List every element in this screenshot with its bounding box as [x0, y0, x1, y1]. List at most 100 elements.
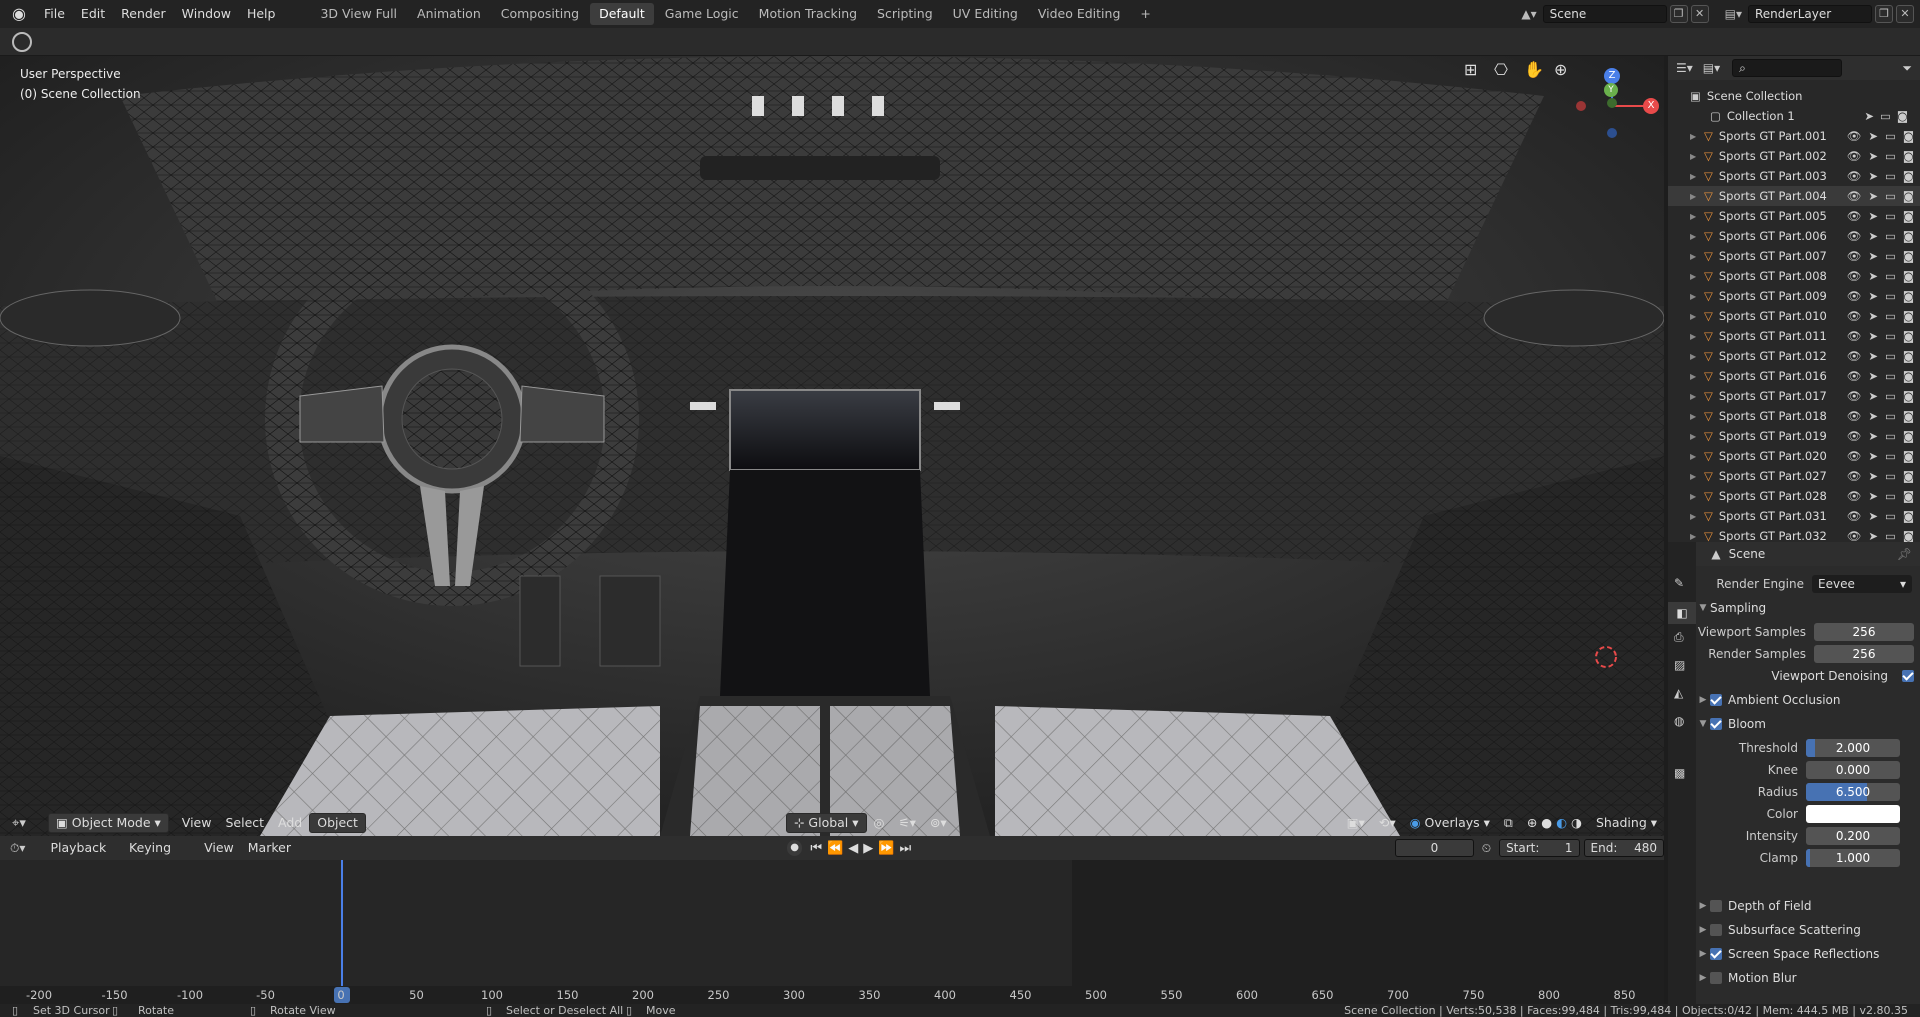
- sampling-panel-header[interactable]: ▼ Sampling: [1696, 598, 1920, 618]
- render-visibility-icon[interactable]: ◙: [1903, 189, 1914, 203]
- timeline-menu-playback[interactable]: Playback ▾: [43, 838, 122, 875]
- scene-tab-icon[interactable]: ◭: [1674, 686, 1683, 700]
- selectable-icon[interactable]: ➤: [1868, 529, 1878, 542]
- tab-scripting[interactable]: Scripting: [868, 3, 942, 25]
- outliner-row-object[interactable]: ▶ ▽ Sports GT Part.010 👁︎ ➤ ▭ ◙: [1668, 306, 1920, 326]
- menu-file[interactable]: File: [36, 0, 73, 28]
- eye-icon[interactable]: 👁︎: [1847, 489, 1862, 503]
- expand-arrow-icon[interactable]: ▶: [1690, 532, 1700, 541]
- expand-arrow-icon[interactable]: ▶: [1690, 412, 1700, 421]
- tab-compositing[interactable]: Compositing: [492, 3, 588, 25]
- selectable-icon[interactable]: ➤: [1868, 489, 1878, 503]
- gizmo-x-axis[interactable]: X: [1643, 98, 1659, 114]
- filter-icon[interactable]: ⏷: [1902, 61, 1912, 76]
- view-layer-field[interactable]: RenderLayer: [1748, 5, 1872, 23]
- delete-scene-button[interactable]: ✕: [1690, 5, 1709, 23]
- expand-arrow-icon[interactable]: ▶: [1690, 252, 1700, 261]
- selectable-icon[interactable]: ➤: [1868, 329, 1878, 343]
- overlays-toggle[interactable]: ◉ Overlays ▾: [1403, 813, 1497, 833]
- outliner-search-input[interactable]: ⌕: [1732, 59, 1843, 77]
- outliner-row-object[interactable]: ▶ ▽ Sports GT Part.019 👁︎ ➤ ▭ ◙: [1668, 426, 1920, 446]
- eye-icon[interactable]: 👁︎: [1847, 369, 1862, 383]
- viewport-visibility-icon[interactable]: ▭: [1885, 309, 1896, 323]
- selectable-icon[interactable]: ➤: [1868, 429, 1878, 443]
- bloom-checkbox[interactable]: [1710, 718, 1722, 730]
- tab-animation[interactable]: Animation: [408, 3, 490, 25]
- selectable-icon[interactable]: ➤: [1868, 469, 1878, 483]
- outliner-row-object[interactable]: ▶ ▽ Sports GT Part.032 👁︎ ➤ ▭ ◙: [1668, 526, 1920, 542]
- expand-arrow-icon[interactable]: ▶: [1690, 432, 1700, 441]
- render-visibility-icon[interactable]: ◙: [1903, 529, 1914, 542]
- expand-arrow-icon[interactable]: ▶: [1690, 152, 1700, 161]
- render-visibility-icon[interactable]: ◙: [1903, 229, 1914, 243]
- camera-view-icon[interactable]: ⎔: [1494, 60, 1508, 79]
- view-layer-icon[interactable]: ▤▾: [1725, 7, 1742, 21]
- motion-blur-checkbox[interactable]: [1710, 972, 1722, 984]
- render-visibility-icon[interactable]: ◙: [1903, 209, 1914, 223]
- viewport-visibility-icon[interactable]: ▭: [1885, 349, 1896, 363]
- selectable-icon[interactable]: ➤: [1868, 389, 1878, 403]
- xray-icon[interactable]: ⧉: [1497, 813, 1520, 833]
- viewport-menu-select[interactable]: Select: [218, 813, 271, 833]
- outliner-row-object[interactable]: ▶ ▽ Sports GT Part.005 👁︎ ➤ ▭ ◙: [1668, 206, 1920, 226]
- timeline-editor-type-icon[interactable]: ⏱▾: [0, 841, 33, 856]
- viewport-visibility-icon[interactable]: ▭: [1885, 389, 1896, 403]
- new-scene-button[interactable]: ❐: [1669, 5, 1688, 23]
- bloom-panel-header[interactable]: ▼ Bloom: [1696, 714, 1920, 734]
- gizmo-neg-z-axis[interactable]: [1607, 128, 1617, 138]
- render-visibility-icon[interactable]: ◙: [1903, 469, 1914, 483]
- ambient-occlusion-panel-header[interactable]: ▶ Ambient Occlusion: [1696, 690, 1920, 710]
- timeline-area[interactable]: [0, 860, 1664, 986]
- ssr-panel-header[interactable]: ▶ Screen Space Reflections: [1696, 944, 1920, 964]
- render-visibility-icon[interactable]: ◙: [1903, 249, 1914, 263]
- render-visibility-icon[interactable]: ◙: [1903, 349, 1914, 363]
- selectable-icon[interactable]: ➤: [1868, 269, 1878, 283]
- viewport-visibility-icon[interactable]: ▭: [1885, 269, 1896, 283]
- expand-arrow-icon[interactable]: ▶: [1690, 392, 1700, 401]
- expand-arrow-icon[interactable]: ▶: [1690, 312, 1700, 321]
- gizmo-z-axis[interactable]: Z: [1604, 68, 1620, 84]
- render-visibility-icon[interactable]: ◙: [1903, 269, 1914, 283]
- eye-icon[interactable]: 👁︎: [1847, 469, 1862, 483]
- viewport-visibility-icon[interactable]: ▭: [1885, 189, 1896, 203]
- eye-icon[interactable]: 👁︎: [1847, 449, 1862, 463]
- expand-arrow-icon[interactable]: ▶: [1690, 452, 1700, 461]
- viewport-visibility-icon[interactable]: ▭: [1885, 209, 1896, 223]
- timeline-menu-keying[interactable]: Keying ▾: [122, 838, 187, 875]
- outliner-row-object[interactable]: ▶ ▽ Sports GT Part.016 👁︎ ➤ ▭ ◙: [1668, 366, 1920, 386]
- viewport-visibility-icon[interactable]: ▭: [1885, 249, 1896, 263]
- render-visibility-icon[interactable]: ◙: [1903, 449, 1914, 463]
- render-visibility-icon[interactable]: ◙: [1903, 389, 1914, 403]
- outliner-row-object[interactable]: ▶ ▽ Sports GT Part.020 👁︎ ➤ ▭ ◙: [1668, 446, 1920, 466]
- navigation-gizmo[interactable]: Z Y X: [1576, 68, 1659, 150]
- eye-icon[interactable]: 👁︎: [1847, 229, 1862, 243]
- render-visibility-icon[interactable]: ◙: [1903, 289, 1914, 303]
- outliner-row-object[interactable]: ▶ ▽ Sports GT Part.001 👁︎ ➤ ▭ ◙: [1668, 126, 1920, 146]
- viewport-visibility-icon[interactable]: ▭: [1885, 129, 1896, 143]
- tab-motion-tracking[interactable]: Motion Tracking: [750, 3, 866, 25]
- viewport-visibility-icon[interactable]: ▭: [1885, 329, 1896, 343]
- ssr-checkbox[interactable]: [1710, 948, 1722, 960]
- mode-dropdown[interactable]: ▣ Object Mode ▾: [48, 813, 169, 833]
- eye-icon[interactable]: 👁︎: [1847, 529, 1862, 542]
- render-visibility-icon[interactable]: ◙: [1903, 509, 1914, 523]
- viewport-samples-field[interactable]: 256: [1814, 623, 1914, 641]
- timeline-menu-marker[interactable]: Marker: [241, 838, 298, 858]
- expand-arrow-icon[interactable]: ▶: [1690, 332, 1700, 341]
- end-frame-field[interactable]: End: 480: [1583, 839, 1664, 857]
- selectable-icon[interactable]: ➤: [1868, 449, 1878, 463]
- outliner-row-object[interactable]: ▶ ▽ Sports GT Part.007 👁︎ ➤ ▭ ◙: [1668, 246, 1920, 266]
- menu-help[interactable]: Help: [239, 0, 284, 28]
- render-tab-icon[interactable]: ◧: [1668, 602, 1696, 624]
- eye-icon[interactable]: 👁︎: [1847, 409, 1862, 423]
- eye-icon[interactable]: 👁︎: [1847, 509, 1862, 523]
- eye-icon[interactable]: 👁︎: [1847, 329, 1862, 343]
- bloom-field-value[interactable]: 2.000: [1806, 739, 1900, 757]
- expand-arrow-icon[interactable]: ▶: [1690, 132, 1700, 141]
- zoom-icon[interactable]: ⊕: [1554, 60, 1567, 79]
- scene-icon[interactable]: ▲▾: [1521, 7, 1536, 21]
- menu-render[interactable]: Render: [113, 0, 174, 28]
- viewport-visibility-icon[interactable]: ▭: [1885, 449, 1896, 463]
- outliner-row-object[interactable]: ▶ ▽ Sports GT Part.003 👁︎ ➤ ▭ ◙: [1668, 166, 1920, 186]
- preview-range-icon[interactable]: ⏲: [1482, 841, 1491, 856]
